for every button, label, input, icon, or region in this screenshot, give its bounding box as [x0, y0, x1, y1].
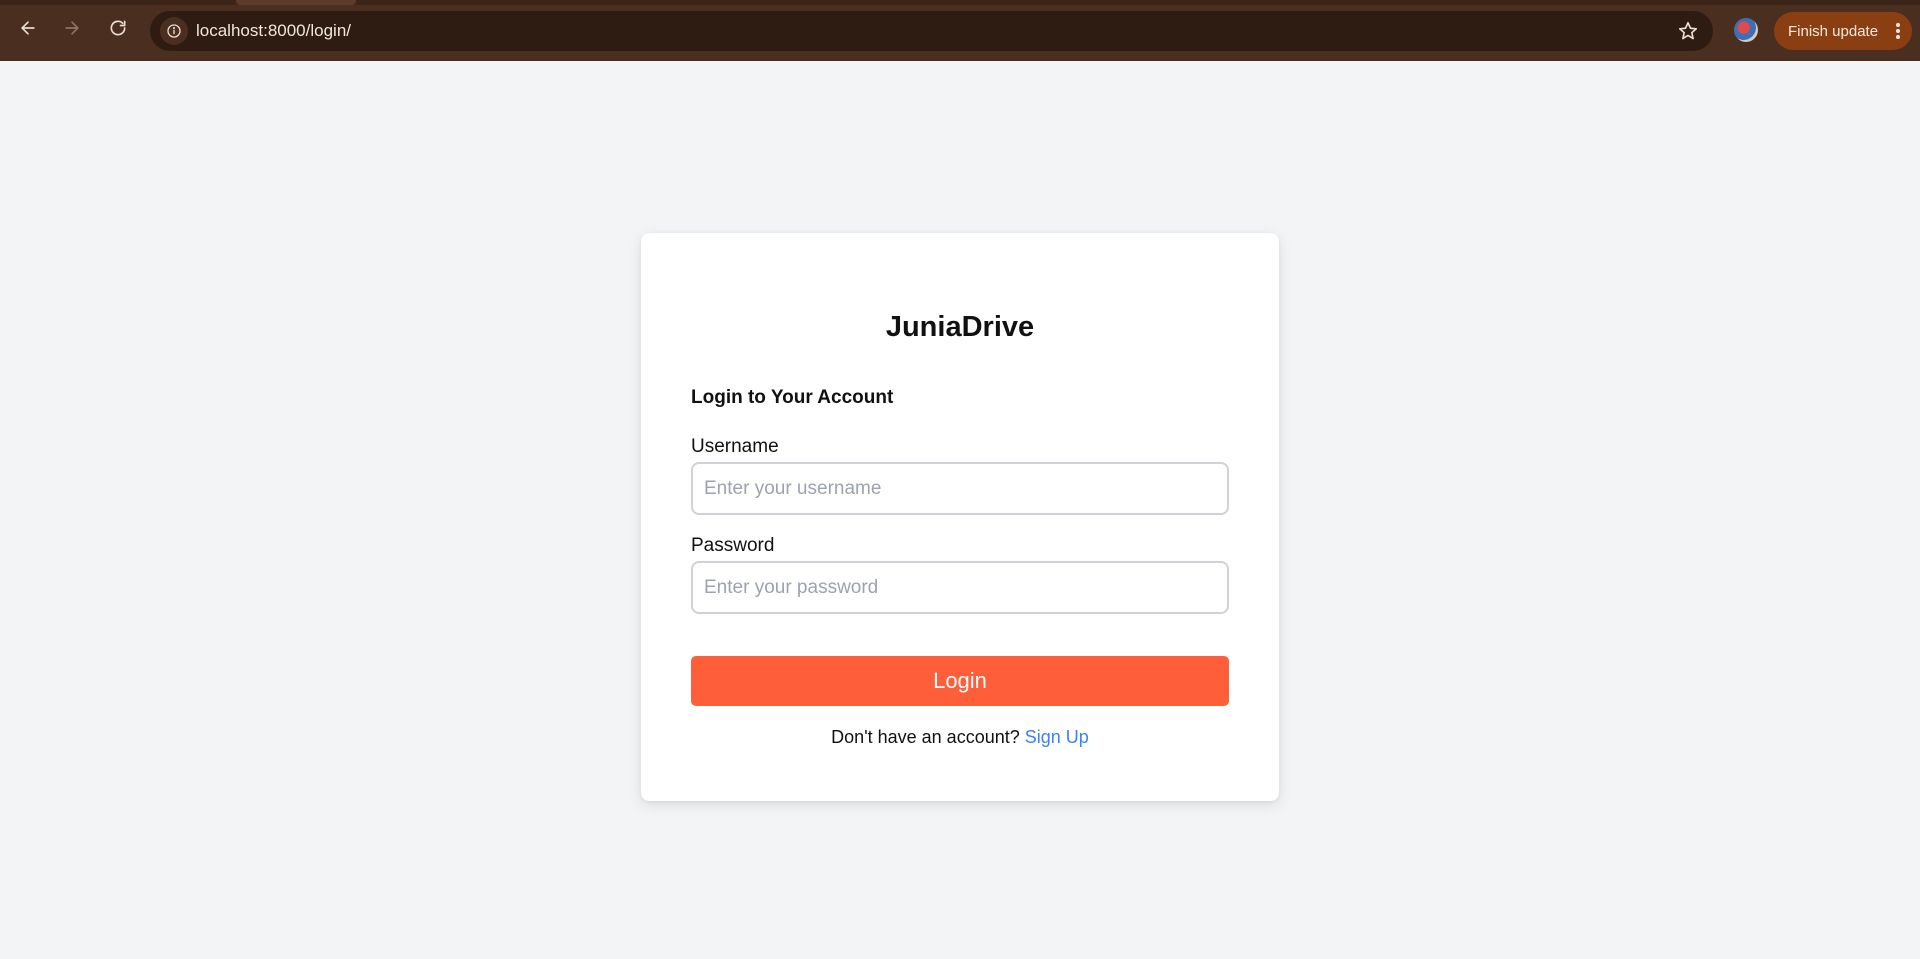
login-button[interactable]: Login [691, 656, 1229, 706]
login-card: JuniaDrive Login to Your Account Usernam… [641, 233, 1279, 801]
site-info-icon [167, 24, 181, 38]
address-bar[interactable]: localhost:8000/login/ [150, 11, 1713, 51]
site-info-button[interactable] [160, 17, 188, 45]
forward-button[interactable] [57, 13, 87, 43]
signup-line: Don't have an account? Sign Up [641, 727, 1279, 748]
reload-button[interactable] [103, 13, 133, 43]
forward-arrow-icon [65, 21, 79, 35]
finish-update-button[interactable]: Finish update [1774, 12, 1912, 50]
username-label: Username [691, 436, 779, 457]
profile-avatar[interactable] [1734, 18, 1758, 42]
signup-prompt: Don't have an account? [831, 727, 1020, 747]
back-arrow-icon [21, 21, 35, 35]
login-subtitle: Login to Your Account [691, 387, 894, 408]
password-input[interactable] [691, 561, 1229, 614]
browser-toolbar: localhost:8000/login/ Finish update [0, 0, 1920, 61]
more-vert-icon [1896, 23, 1900, 39]
password-label: Password [691, 535, 775, 556]
brand-title: JuniaDrive [885, 311, 1035, 343]
active-tab-edge[interactable] [236, 0, 356, 5]
url-text[interactable]: localhost:8000/login/ [196, 21, 351, 41]
finish-update-label: Finish update [1788, 22, 1879, 40]
star-icon[interactable] [1677, 20, 1699, 42]
back-button[interactable] [13, 13, 43, 43]
reload-icon [110, 20, 126, 36]
signup-link[interactable]: Sign Up [1025, 727, 1089, 747]
username-input[interactable] [691, 462, 1229, 515]
